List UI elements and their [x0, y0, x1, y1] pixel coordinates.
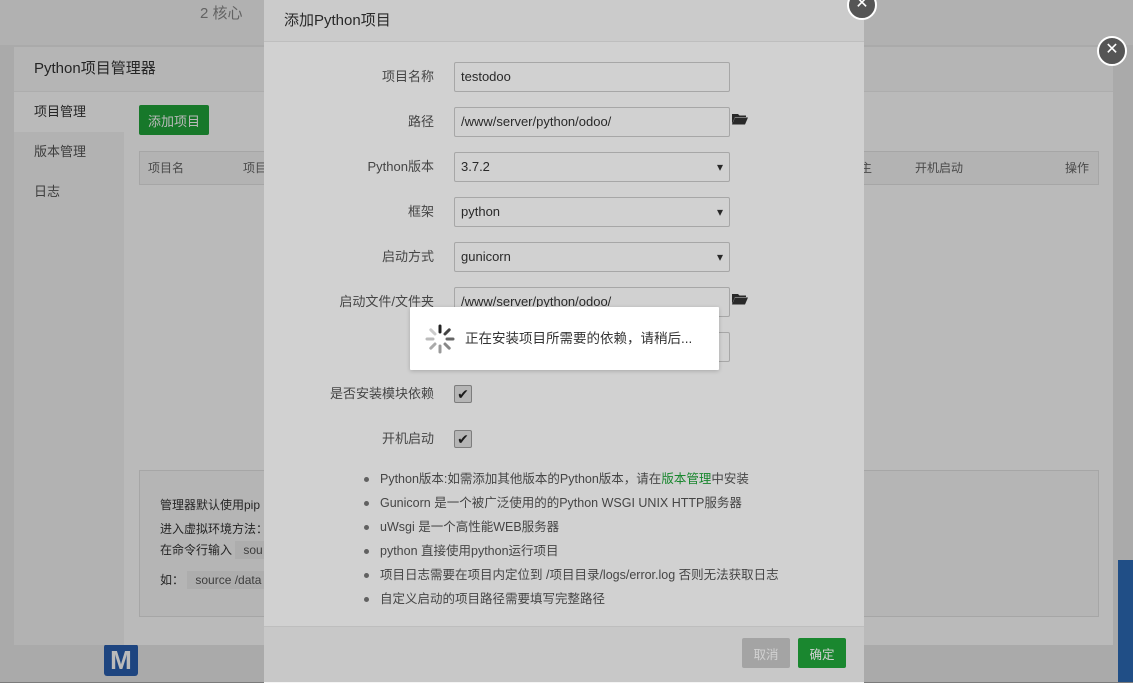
close-icon[interactable]: ✕ — [1097, 36, 1127, 66]
loading-message: 正在安装项目所需要的依赖，请稍后... — [465, 331, 693, 346]
loading-spinner-icon — [425, 324, 455, 354]
loading-toast: 正在安装项目所需要的依赖，请稍后... — [410, 307, 719, 370]
